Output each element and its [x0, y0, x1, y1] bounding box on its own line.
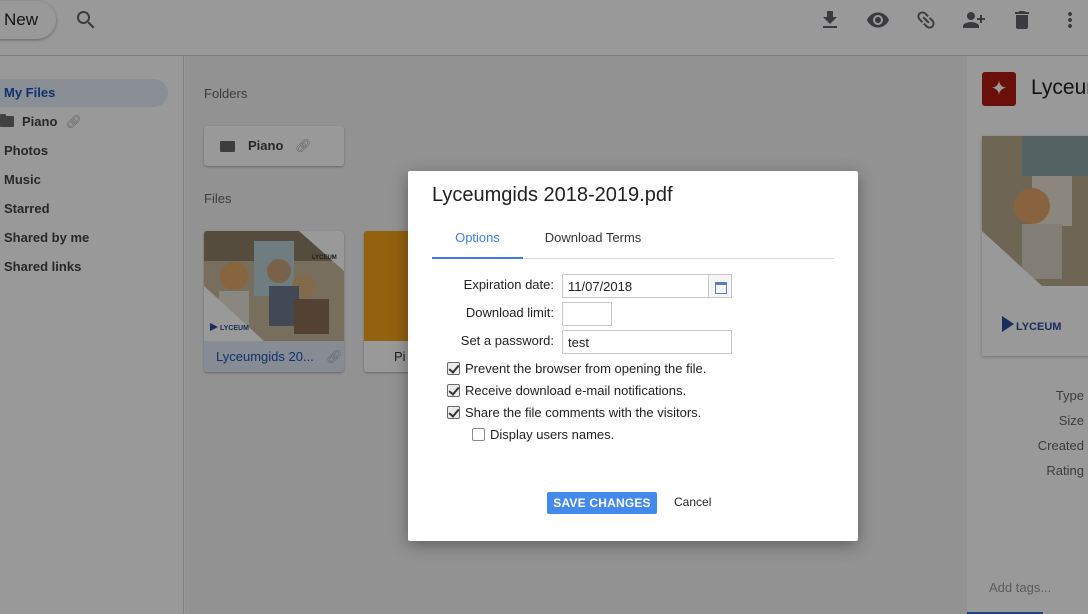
download-limit-field[interactable] — [562, 302, 612, 326]
email-notifications-option[interactable]: Receive download e-mail notifications. — [447, 383, 686, 398]
tab-options[interactable]: Options — [432, 223, 523, 259]
prevent-browser-open-option[interactable]: Prevent the browser from opening the fil… — [447, 361, 706, 376]
checkbox-label: Receive download e-mail notifications. — [465, 383, 687, 398]
checkbox-unchecked[interactable] — [472, 428, 485, 441]
checkbox-checked[interactable] — [447, 406, 460, 419]
password-label: Set a password: — [460, 333, 554, 348]
checkbox-label: Prevent the browser from opening the fil… — [465, 361, 707, 376]
expiration-date-field[interactable] — [562, 274, 709, 298]
dialog-title: Lyceumgids 2018-2019.pdf — [432, 184, 673, 206]
share-comments-option[interactable]: Share the file comments with the visitor… — [447, 405, 701, 420]
checkbox-checked[interactable] — [447, 384, 460, 397]
expiration-date-label: Expiration date: — [463, 277, 554, 292]
save-changes-button[interactable]: SAVE CHANGES — [547, 492, 657, 514]
checkbox-label: Share the file comments with the visitor… — [465, 405, 702, 420]
share-options-dialog: Lyceumgids 2018-2019.pdf Options Downloa… — [408, 171, 858, 541]
tab-download-terms[interactable]: Download Terms — [540, 223, 646, 259]
calendar-icon[interactable] — [708, 274, 732, 298]
dialog-tabs: Options Download Terms — [432, 223, 834, 259]
password-field[interactable] — [562, 330, 732, 354]
checkbox-label: Display users names. — [490, 427, 615, 442]
download-limit-label: Download limit: — [465, 305, 554, 320]
checkbox-checked[interactable] — [447, 362, 460, 375]
display-user-names-option[interactable]: Display users names. — [472, 427, 614, 442]
cancel-button[interactable]: Cancel — [674, 495, 711, 509]
